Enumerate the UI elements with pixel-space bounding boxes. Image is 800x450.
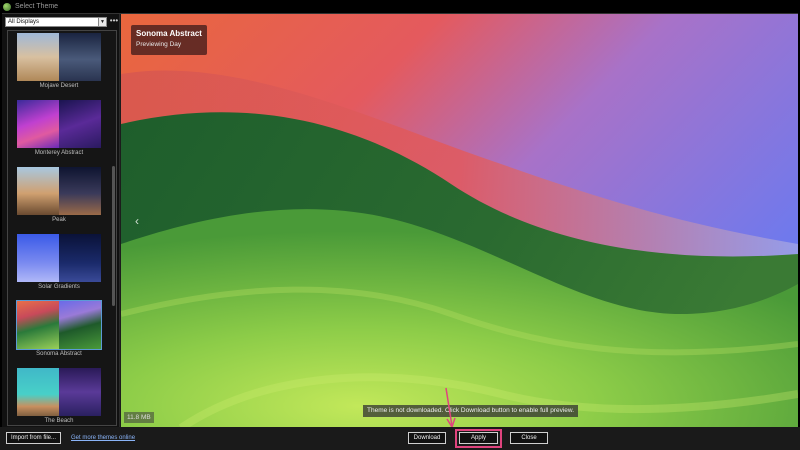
arrow-annotation-icon	[445, 387, 456, 429]
theme-list: Mojave Desert Monterey Abstract Peak Sol…	[7, 30, 117, 426]
preview-title: Sonoma Abstract	[136, 29, 202, 38]
theme-thumbnail	[17, 167, 101, 215]
theme-list-scrollbar[interactable]	[112, 166, 115, 306]
preview-info-box: Sonoma Abstract Previewing Day	[131, 25, 207, 55]
download-notice: Theme is not downloaded. Click Download …	[363, 405, 579, 417]
theme-thumbnail	[17, 368, 101, 416]
preview-wallpaper	[121, 14, 798, 428]
chevron-left-icon[interactable]: ‹	[135, 214, 139, 228]
display-select[interactable]: All Displays ▼	[5, 17, 107, 27]
theme-item-peak[interactable]: Peak	[8, 167, 112, 231]
theme-label: Monterey Abstract	[34, 150, 84, 156]
theme-label: Sonoma Abstract	[36, 351, 82, 357]
get-more-themes-link[interactable]: Get more themes online	[71, 435, 135, 441]
theme-label: Solar Gradients	[38, 284, 80, 290]
download-button[interactable]: Download	[408, 432, 446, 444]
theme-item-mojave-desert[interactable]: Mojave Desert	[8, 33, 112, 97]
theme-dialog: All Displays ▼ ••• Mojave Desert Montere…	[2, 13, 798, 428]
theme-item-sonoma-abstract[interactable]: Sonoma Abstract	[8, 300, 112, 365]
theme-thumbnail	[17, 234, 101, 282]
footer-bar: Import from file... Get more themes onli…	[0, 427, 800, 450]
apply-button[interactable]: Apply	[459, 432, 498, 444]
theme-label: The Beach	[44, 418, 74, 424]
import-from-file-button[interactable]: Import from file...	[6, 432, 61, 444]
sidebar: All Displays ▼ ••• Mojave Desert Montere…	[2, 14, 120, 428]
theme-item-solar-gradients[interactable]: Solar Gradients	[8, 234, 112, 298]
more-options-button[interactable]: •••	[109, 17, 119, 27]
theme-label: Peak	[52, 217, 66, 223]
display-select-value: All Displays	[8, 19, 40, 25]
close-button[interactable]: Close	[510, 432, 548, 444]
theme-item-monterey-abstract[interactable]: Monterey Abstract	[8, 100, 112, 164]
theme-thumbnail	[17, 33, 101, 81]
theme-preview: Sonoma Abstract Previewing Day ‹ 11.8 MB…	[121, 14, 798, 428]
app-icon	[3, 2, 11, 11]
theme-label: Mojave Desert	[39, 83, 79, 89]
preview-subtitle: Previewing Day	[136, 41, 182, 48]
title-bar: Select Theme	[0, 0, 800, 13]
window-title: Select Theme	[15, 3, 59, 10]
theme-item-the-beach[interactable]: The Beach	[8, 368, 112, 425]
theme-thumbnail	[16, 300, 102, 350]
chevron-down-icon[interactable]: ▼	[98, 18, 106, 26]
theme-thumbnail	[17, 100, 101, 148]
file-size-badge: 11.8 MB	[124, 412, 154, 423]
